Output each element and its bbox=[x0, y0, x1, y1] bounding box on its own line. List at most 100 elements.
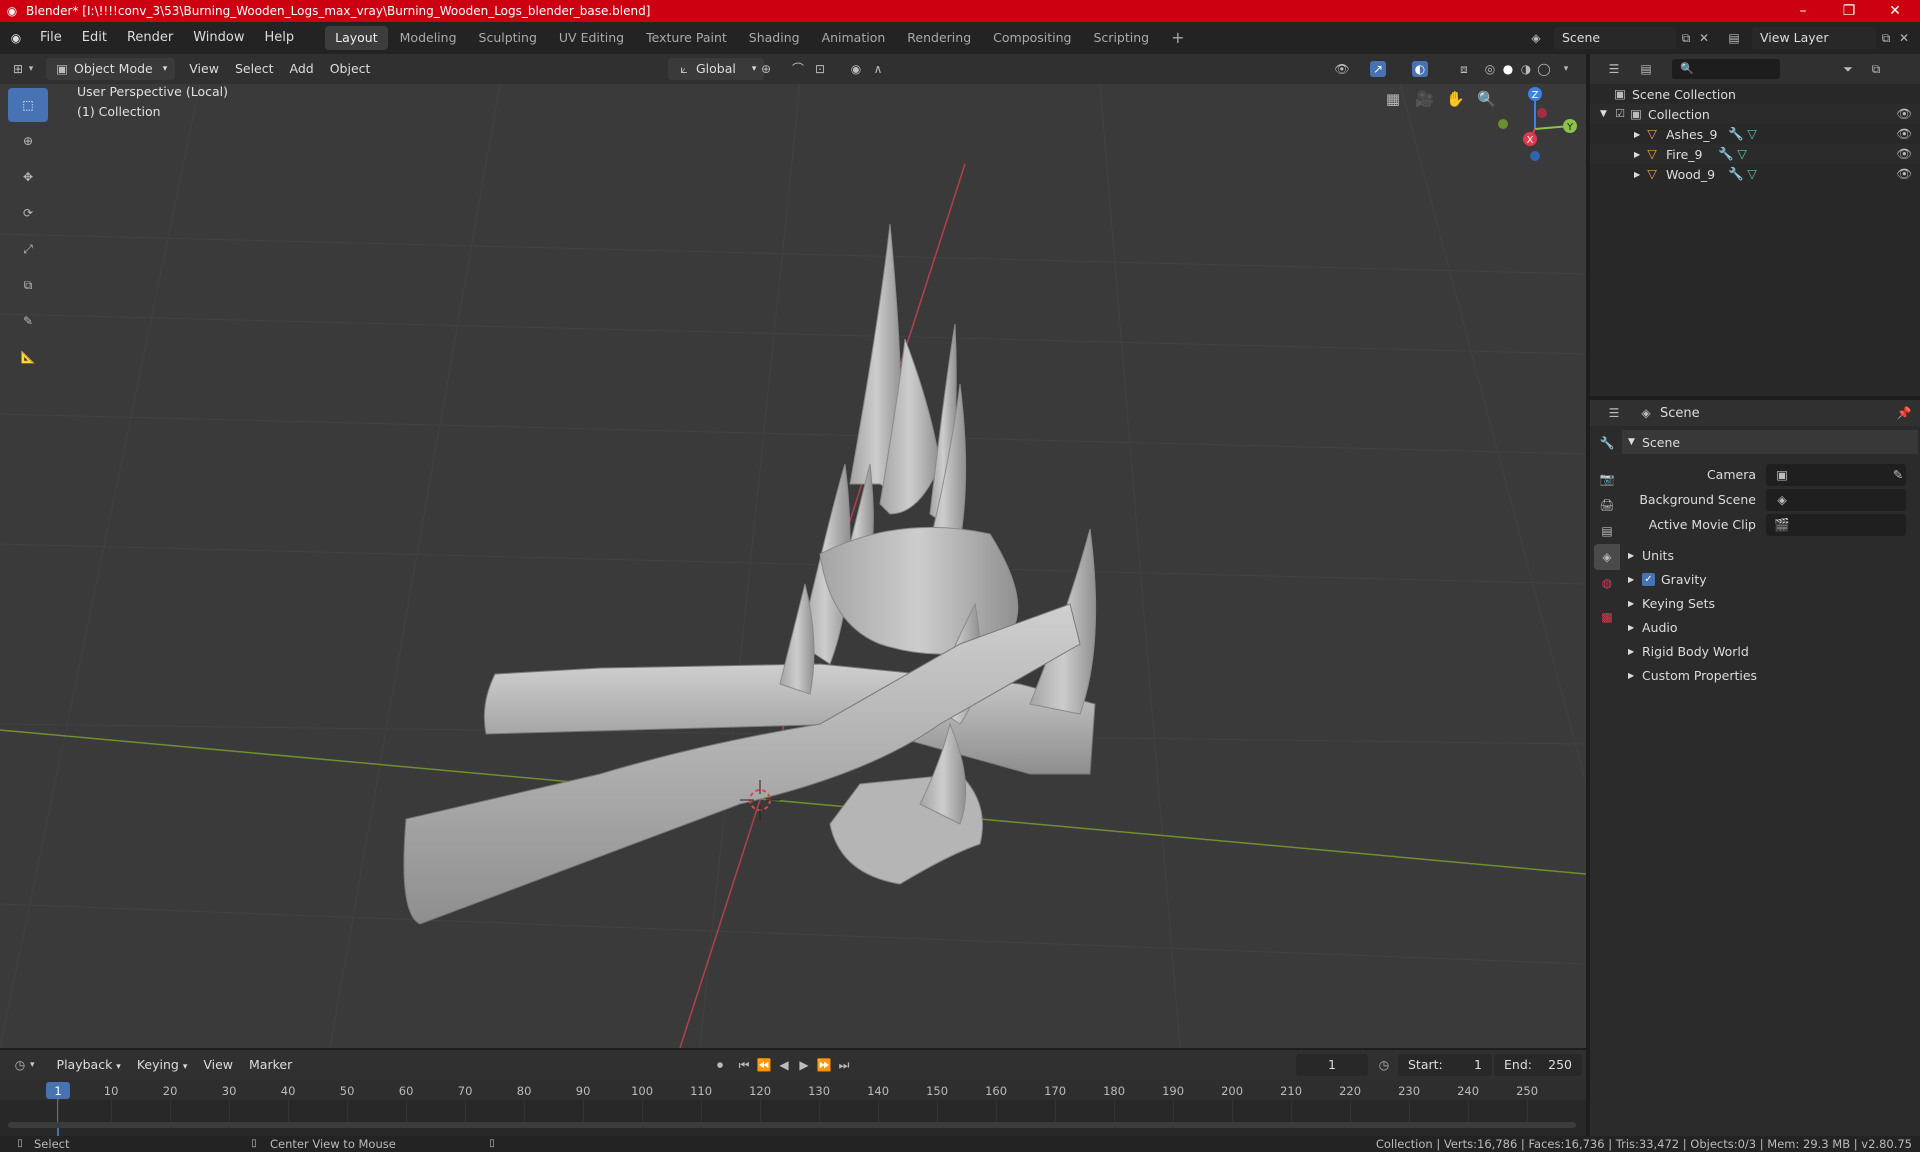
menu-view[interactable]: View bbox=[181, 58, 227, 80]
timeline-scrollbar[interactable] bbox=[8, 1122, 1576, 1128]
tab-texture[interactable]: ▩ bbox=[1594, 604, 1620, 630]
jump-end-icon[interactable]: ⏭ bbox=[836, 1057, 852, 1073]
eye-icon[interactable]: 👁 bbox=[1896, 126, 1912, 142]
transform-tool[interactable]: ⧉ bbox=[8, 268, 48, 302]
tab-compositing[interactable]: Compositing bbox=[983, 26, 1081, 50]
gizmo-neg-x-handle[interactable] bbox=[1537, 108, 1547, 118]
delete-view-layer-icon[interactable]: ✕ bbox=[1896, 30, 1912, 46]
new-collection-icon[interactable]: ⧉ bbox=[1868, 61, 1884, 77]
orientation-gizmo[interactable]: Z Y X bbox=[1490, 84, 1580, 174]
timeline-editor-icon[interactable]: ◷ bbox=[12, 1057, 28, 1073]
3d-viewport[interactable]: User Perspective (Local) (1) Collection … bbox=[0, 84, 1586, 1048]
keying-sets-subpanel[interactable]: ▶ Keying Sets bbox=[1622, 591, 1918, 615]
tab-render[interactable]: 📷 bbox=[1594, 466, 1620, 492]
background-scene-field[interactable]: ◈ bbox=[1766, 488, 1906, 511]
prev-keyframe-icon[interactable]: ⏪ bbox=[756, 1057, 772, 1073]
scene-selector-icon[interactable]: ◈ bbox=[1528, 30, 1544, 46]
modifier-icon[interactable]: 🔧 bbox=[1728, 126, 1744, 142]
tab-uv-editing[interactable]: UV Editing bbox=[549, 26, 634, 50]
editor-type-icon[interactable]: ⊞ bbox=[10, 61, 26, 77]
gravity-checkbox[interactable]: ✓ bbox=[1642, 572, 1655, 586]
solid-shading-icon[interactable]: ● bbox=[1500, 61, 1516, 77]
expand-arrow-icon[interactable]: ▶ bbox=[1634, 170, 1644, 179]
menu-file[interactable]: File bbox=[30, 22, 72, 54]
blender-menu-icon[interactable]: ◉ bbox=[8, 30, 24, 46]
view-layer-icon[interactable]: ▤ bbox=[1726, 30, 1742, 46]
select-box-tool[interactable]: ⬚ bbox=[8, 88, 48, 122]
move-tool[interactable]: ✥ bbox=[8, 160, 48, 194]
tab-scene[interactable]: ◈ bbox=[1594, 544, 1620, 570]
tab-rendering[interactable]: Rendering bbox=[897, 26, 981, 50]
expand-arrow-icon[interactable]: ▼ bbox=[1600, 109, 1612, 119]
menu-add[interactable]: Add bbox=[282, 58, 322, 80]
material-shading-icon[interactable]: ◑ bbox=[1518, 61, 1534, 77]
display-mode-icon[interactable]: ▤ bbox=[1638, 61, 1654, 77]
tab-view-layer[interactable]: ▤ bbox=[1594, 518, 1620, 544]
tab-shading[interactable]: Shading bbox=[739, 26, 810, 50]
mesh-data-icon[interactable]: ▽ bbox=[1744, 166, 1760, 182]
tab-tool[interactable]: 🔧 bbox=[1594, 430, 1620, 456]
scene-name-field[interactable]: Scene bbox=[1554, 27, 1676, 49]
add-workspace-button[interactable]: + bbox=[1161, 26, 1194, 50]
new-scene-icon[interactable]: ⧉ bbox=[1678, 30, 1694, 46]
rendered-shading-icon[interactable]: ◯ bbox=[1536, 61, 1552, 77]
pin-icon[interactable]: 📌 bbox=[1896, 405, 1912, 421]
snap-target-icon[interactable]: ⊡ bbox=[812, 61, 828, 77]
jump-start-icon[interactable]: ⏮ bbox=[736, 1057, 752, 1073]
tab-output[interactable]: 🖨 bbox=[1594, 492, 1620, 518]
cursor-tool[interactable]: ⊕ bbox=[8, 124, 48, 158]
close-button[interactable]: ✕ bbox=[1872, 0, 1918, 22]
menu-window[interactable]: Window bbox=[183, 22, 254, 54]
chevron-down-icon[interactable]: ▾ bbox=[1558, 61, 1574, 77]
view-layer-field[interactable]: View Layer bbox=[1752, 27, 1876, 49]
next-keyframe-icon[interactable]: ⏩ bbox=[816, 1057, 832, 1073]
minimize-button[interactable]: – bbox=[1780, 0, 1826, 22]
grid-toggle-icon[interactable]: ▦ bbox=[1385, 91, 1401, 107]
checkbox-icon[interactable]: ☑ bbox=[1612, 106, 1628, 122]
proportional-edit-icon[interactable]: ◉ bbox=[848, 61, 864, 77]
keying-dropdown[interactable]: Keying ▾ bbox=[129, 1054, 196, 1076]
eye-icon[interactable]: 👁 bbox=[1896, 166, 1912, 182]
properties-editor-icon[interactable]: ☰ bbox=[1606, 405, 1622, 421]
expand-arrow-icon[interactable]: ▶ bbox=[1634, 150, 1644, 159]
camera-field[interactable]: ▣ ✎ bbox=[1766, 463, 1906, 486]
menu-marker[interactable]: Marker bbox=[241, 1054, 300, 1076]
xray-icon[interactable]: ⧈ bbox=[1456, 61, 1472, 77]
active-movie-clip-field[interactable]: 🎬 bbox=[1766, 513, 1906, 536]
timeline-area[interactable]: 1 10 20 30 40 50 60 70 80 90 100 110 120 130 140 150 160… bbox=[0, 1080, 1586, 1136]
pan-hand-icon[interactable]: ✋ bbox=[1446, 91, 1465, 107]
snap-icon[interactable]: ⌒ bbox=[790, 61, 806, 77]
tab-sculpting[interactable]: Sculpting bbox=[469, 26, 547, 50]
falloff-icon[interactable]: ∧ bbox=[870, 61, 886, 77]
eyedropper-icon[interactable]: ✎ bbox=[1890, 467, 1906, 483]
gizmo-neg-z-handle[interactable] bbox=[1530, 151, 1540, 161]
outliner-row-scene-collection[interactable]: ▣ Scene Collection bbox=[1590, 84, 1920, 104]
record-icon[interactable]: ⏺ bbox=[712, 1057, 728, 1073]
scene-panel-header[interactable]: ▼ Scene bbox=[1622, 430, 1918, 454]
tab-world[interactable]: ◍ bbox=[1594, 570, 1620, 596]
tab-scripting[interactable]: Scripting bbox=[1084, 26, 1160, 50]
play-icon[interactable]: ▶ bbox=[796, 1057, 812, 1073]
menu-object[interactable]: Object bbox=[322, 58, 379, 80]
menu-help[interactable]: Help bbox=[255, 22, 305, 54]
expand-arrow-icon[interactable]: ▶ bbox=[1634, 130, 1644, 139]
clock-icon[interactable]: ◷ bbox=[1376, 1057, 1392, 1073]
tab-modeling[interactable]: Modeling bbox=[390, 26, 467, 50]
outliner-search-input[interactable]: 🔍 bbox=[1672, 59, 1780, 79]
menu-view-timeline[interactable]: View bbox=[195, 1054, 241, 1076]
eye-icon[interactable]: 👁 bbox=[1896, 146, 1912, 162]
units-subpanel[interactable]: ▶ Units bbox=[1622, 543, 1918, 567]
overlay-toggle-icon[interactable]: ◐ bbox=[1412, 61, 1428, 77]
scale-tool[interactable]: ⤢ bbox=[8, 232, 48, 266]
modifier-icon[interactable]: 🔧 bbox=[1728, 166, 1744, 182]
transform-orientation-dropdown[interactable]: ⟀ Global ▾ bbox=[668, 58, 765, 80]
tab-layout[interactable]: Layout bbox=[325, 26, 388, 50]
menu-render[interactable]: Render bbox=[117, 22, 183, 54]
playback-dropdown[interactable]: Playback ▾ bbox=[49, 1054, 129, 1076]
mesh-data-icon[interactable]: ▽ bbox=[1744, 126, 1760, 142]
wireframe-shading-icon[interactable]: ◎ bbox=[1482, 61, 1498, 77]
modifier-icon[interactable]: 🔧 bbox=[1718, 146, 1734, 162]
annotate-tool[interactable]: ✎ bbox=[8, 304, 48, 338]
gizmo-toggle-icon[interactable]: ↗ bbox=[1370, 61, 1386, 77]
gravity-subpanel[interactable]: ▶ ✓ Gravity bbox=[1622, 567, 1918, 591]
